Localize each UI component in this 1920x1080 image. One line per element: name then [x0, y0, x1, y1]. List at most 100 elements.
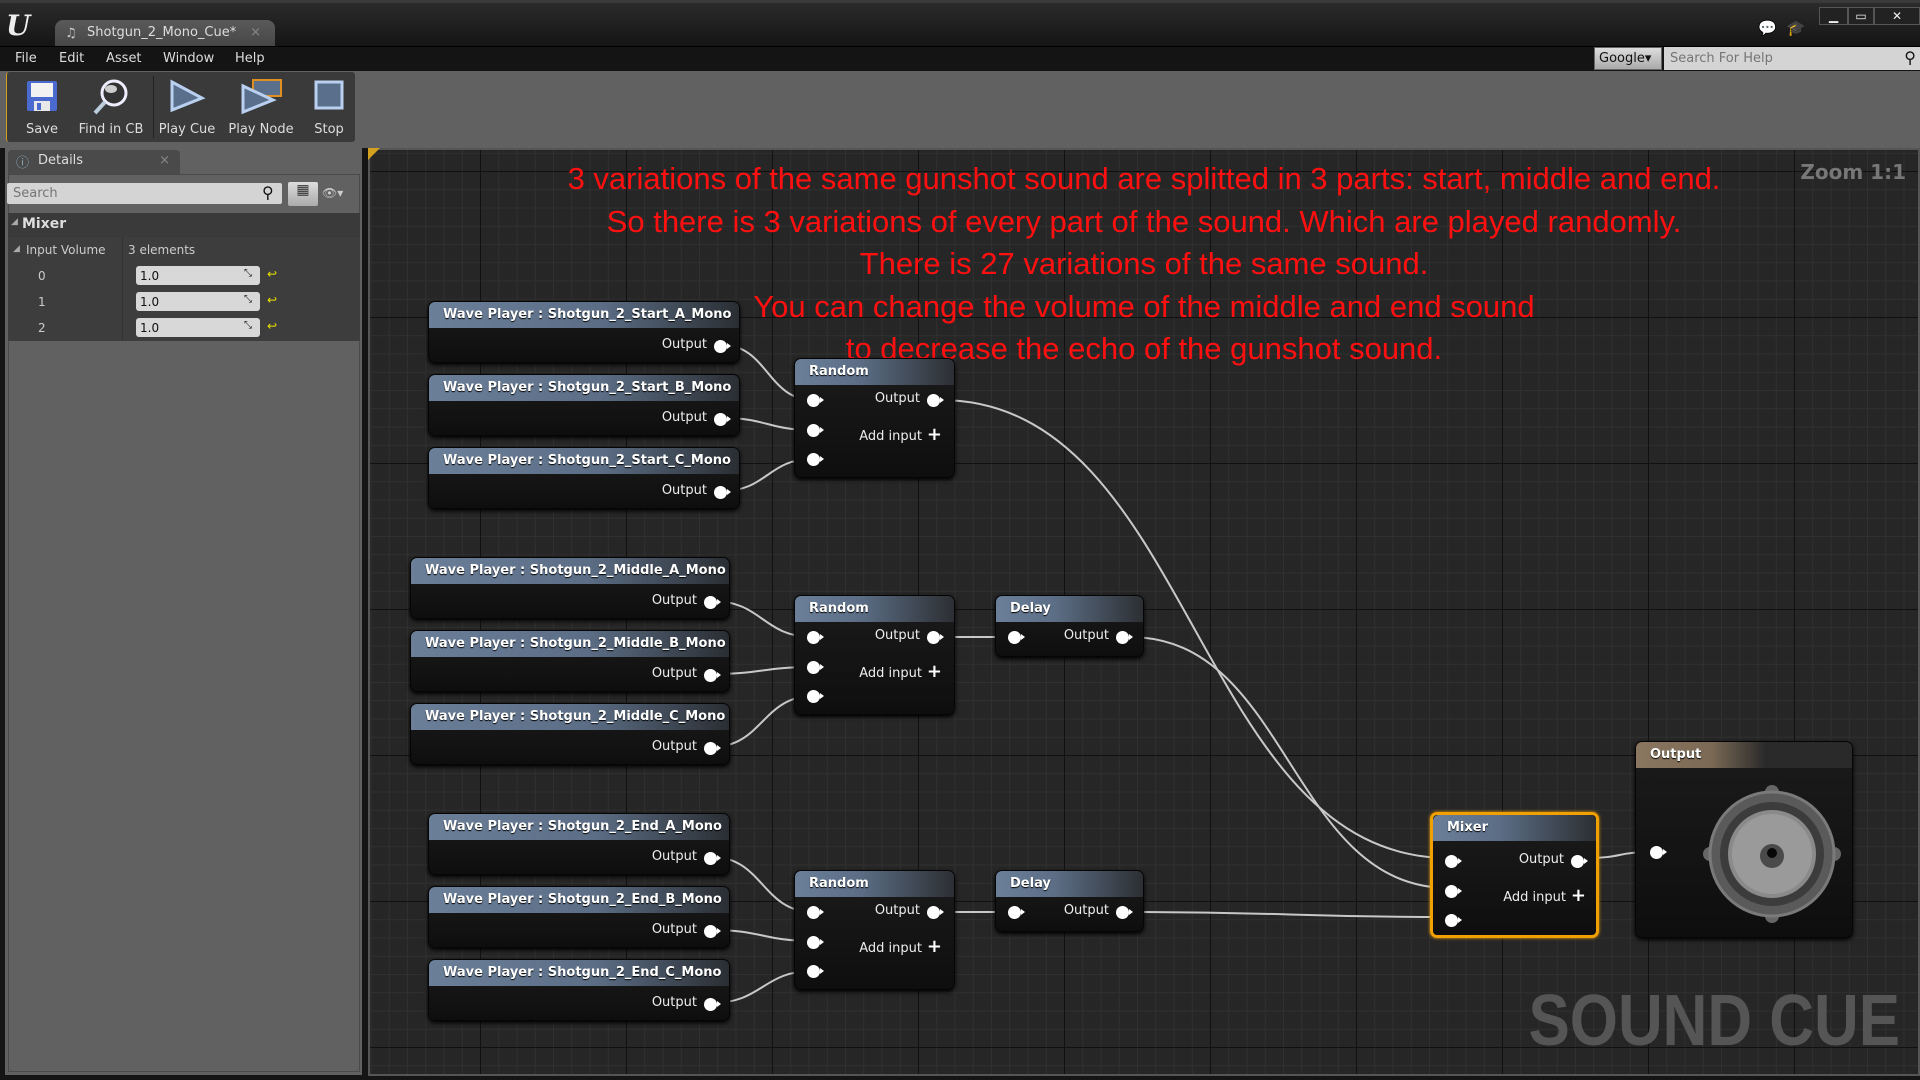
output-pin[interactable]	[927, 394, 944, 407]
node-title: Wave Player : Shotgun_2_Start_B_Mono	[429, 375, 739, 401]
toolbar-separator	[153, 76, 154, 138]
help-search-input[interactable]	[1664, 47, 1920, 70]
reset-to-default-icon[interactable]: ↩	[267, 267, 277, 281]
menu-asset[interactable]: Asset	[106, 51, 142, 66]
output-pin[interactable]	[1116, 631, 1133, 644]
output-pin[interactable]	[704, 742, 721, 755]
input-pin[interactable]	[1650, 846, 1667, 859]
search-icon[interactable]: ⚲	[1904, 48, 1916, 67]
find-in-cb-button[interactable]: Find in CB	[73, 72, 149, 142]
wave-player-node[interactable]: Wave Player : Shotgun_2_Middle_A_Mono Ou…	[410, 557, 730, 619]
category-mixer[interactable]: ◢ Mixer	[8, 213, 360, 237]
add-input-icon[interactable]: +	[927, 936, 942, 957]
volume-input-1[interactable]	[136, 292, 260, 311]
save-button[interactable]: Save	[11, 72, 73, 142]
maximize-button[interactable]: ▭	[1848, 7, 1874, 25]
pin-label: Output	[651, 995, 697, 1010]
close-window-button[interactable]: ✕	[1874, 7, 1920, 25]
output-pin[interactable]	[927, 906, 944, 919]
input-pin[interactable]	[807, 906, 824, 919]
property-matrix-button[interactable]: ▦	[288, 182, 318, 206]
wave-player-node[interactable]: Wave Player : Shotgun_2_Start_C_Mono Out…	[428, 447, 740, 509]
wave-player-node[interactable]: Wave Player : Shotgun_2_Middle_B_Mono Ou…	[410, 630, 730, 692]
play-node-button[interactable]: Play Node	[223, 72, 299, 142]
mixer-node[interactable]: Mixer Output Add input +	[1430, 812, 1599, 938]
output-pin[interactable]	[714, 486, 731, 499]
input-pin[interactable]	[807, 965, 824, 978]
save-label: Save	[26, 122, 58, 137]
add-input-icon[interactable]: +	[1571, 885, 1586, 906]
output-pin[interactable]	[704, 925, 721, 938]
add-input-label[interactable]: Add input	[1503, 890, 1566, 905]
delay-node[interactable]: Delay Output	[995, 595, 1144, 657]
details-tab[interactable]: ⓘ Details ×	[8, 150, 180, 174]
output-pin[interactable]	[1116, 906, 1133, 919]
input-pin[interactable]	[1445, 855, 1462, 868]
input-pin[interactable]	[807, 936, 824, 949]
menu-window[interactable]: Window	[163, 51, 214, 66]
delay-node[interactable]: Delay Output	[995, 870, 1144, 932]
input-pin[interactable]	[807, 661, 824, 674]
add-input-icon[interactable]: +	[927, 661, 942, 682]
details-search-input[interactable]	[7, 183, 282, 204]
output-pin[interactable]	[704, 852, 721, 865]
input-pin[interactable]	[807, 631, 824, 644]
input-pin[interactable]	[807, 424, 824, 437]
play-cue-button[interactable]: Play Cue	[155, 72, 219, 142]
input-pin[interactable]	[807, 690, 824, 703]
add-input-label[interactable]: Add input	[859, 666, 922, 681]
output-pin[interactable]	[714, 340, 731, 353]
reset-to-default-icon[interactable]: ↩	[267, 319, 277, 333]
input-pin[interactable]	[1008, 631, 1025, 644]
drag-icon[interactable]: ⤡	[244, 320, 252, 331]
tutorial-icon[interactable]: 🎓	[1787, 19, 1806, 37]
view-options-button[interactable]: 👁▾	[322, 186, 343, 200]
volume-input-0[interactable]	[136, 266, 260, 285]
collapse-icon[interactable]: ◢	[13, 244, 20, 254]
output-pin[interactable]	[704, 596, 721, 609]
input-pin[interactable]	[807, 394, 824, 407]
pin-label: Output	[874, 903, 920, 918]
output-pin[interactable]	[714, 413, 731, 426]
menu-edit[interactable]: Edit	[59, 51, 84, 66]
input-pin[interactable]	[1445, 885, 1462, 898]
volume-input-2[interactable]	[136, 318, 260, 337]
input-pin[interactable]	[1008, 906, 1025, 919]
wave-player-node[interactable]: Wave Player : Shotgun_2_End_B_Mono Outpu…	[428, 886, 730, 948]
random-node[interactable]: Random Output Add input +	[794, 870, 955, 990]
output-pin[interactable]	[1571, 855, 1588, 868]
wave-player-node[interactable]: Wave Player : Shotgun_2_Start_B_Mono Out…	[428, 374, 740, 436]
stop-button[interactable]: Stop	[303, 72, 355, 142]
details-tab-close[interactable]: ×	[159, 153, 170, 168]
add-input-label[interactable]: Add input	[859, 941, 922, 956]
feedback-icon[interactable]: 💬	[1758, 19, 1777, 37]
pin-label: Output	[651, 666, 697, 681]
tab-close-button[interactable]: ×	[250, 25, 261, 40]
wave-player-node[interactable]: Wave Player : Shotgun_2_Middle_C_Mono Ou…	[410, 703, 730, 765]
add-input-label[interactable]: Add input	[859, 429, 922, 444]
drag-icon[interactable]: ⤡	[244, 268, 252, 279]
document-tab[interactable]: ♫ Shotgun_2_Mono_Cue* ×	[55, 20, 275, 49]
input-pin[interactable]	[807, 453, 824, 466]
node-title: Mixer	[1433, 815, 1596, 841]
drag-icon[interactable]: ⤡	[244, 294, 252, 305]
wave-player-node[interactable]: Wave Player : Shotgun_2_End_A_Mono Outpu…	[428, 813, 730, 875]
output-node[interactable]: Output	[1635, 741, 1853, 938]
menu-help[interactable]: Help	[235, 51, 265, 66]
wave-player-node[interactable]: Wave Player : Shotgun_2_End_C_Mono Outpu…	[428, 959, 730, 1021]
random-node[interactable]: Random Output Add input +	[794, 595, 955, 715]
minimize-button[interactable]: ▁	[1819, 7, 1848, 25]
wave-player-node[interactable]: Wave Player : Shotgun_2_Start_A_Mono Out…	[428, 301, 740, 363]
output-pin[interactable]	[927, 631, 944, 644]
pin-label: Output	[651, 849, 697, 864]
random-node[interactable]: Random Output Add input +	[794, 358, 955, 478]
menu-file[interactable]: File	[15, 51, 37, 66]
add-input-icon[interactable]: +	[927, 424, 942, 445]
node-title: Wave Player : Shotgun_2_End_B_Mono	[429, 887, 729, 913]
column-divider[interactable]	[122, 237, 123, 263]
input-pin[interactable]	[1445, 914, 1462, 927]
reset-to-default-icon[interactable]: ↩	[267, 293, 277, 307]
output-pin[interactable]	[704, 669, 721, 682]
output-pin[interactable]	[704, 998, 721, 1011]
search-provider-dropdown[interactable]: Google▾	[1594, 47, 1662, 70]
